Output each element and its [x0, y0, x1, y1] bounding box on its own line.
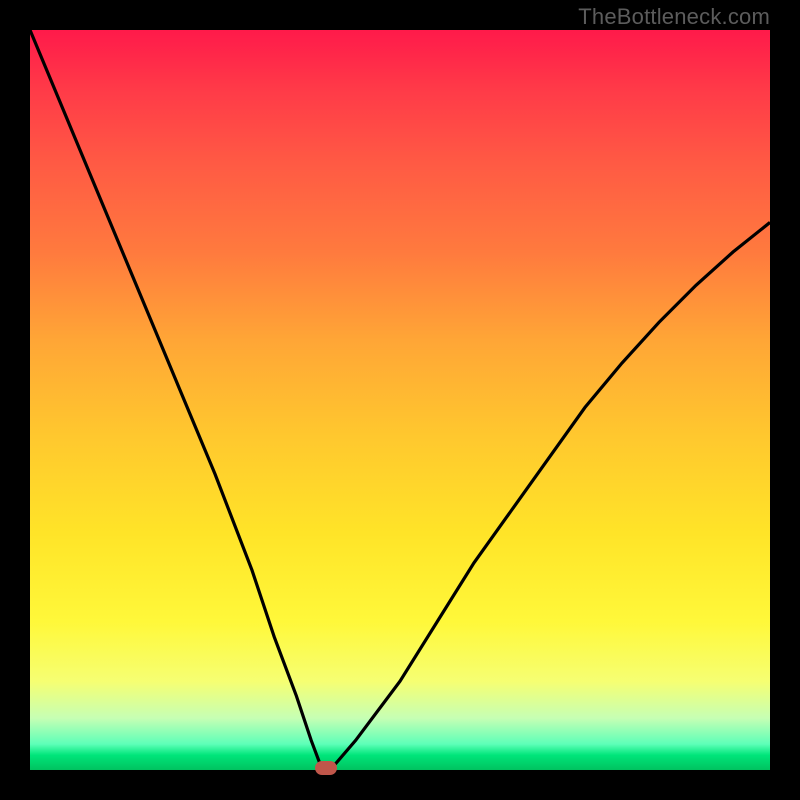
- plot-area: [30, 30, 770, 770]
- optimal-marker: [315, 761, 337, 775]
- curve-svg: [30, 30, 770, 770]
- bottleneck-curve: [30, 30, 770, 770]
- chart-frame: TheBottleneck.com: [0, 0, 800, 800]
- watermark-label: TheBottleneck.com: [578, 4, 770, 30]
